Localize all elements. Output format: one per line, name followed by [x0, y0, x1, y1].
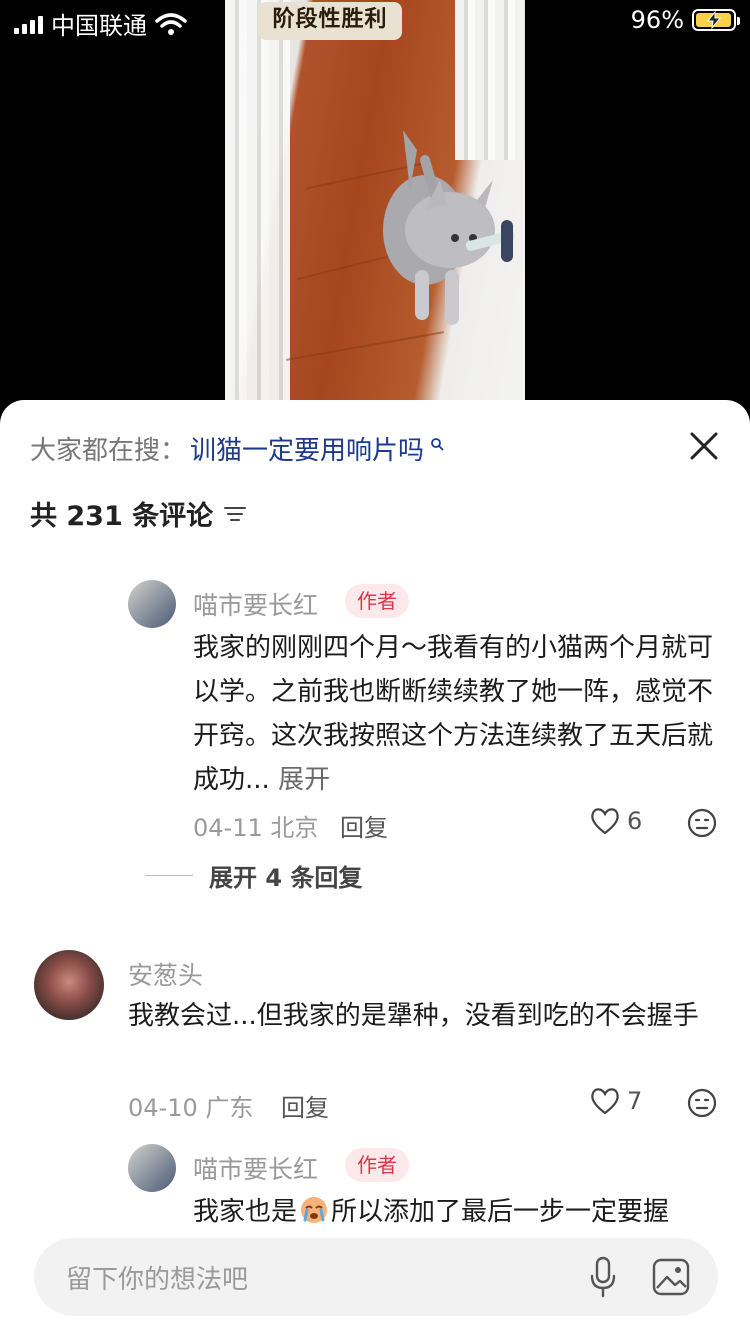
comment-count-row: 共 231 条评论 [30, 494, 247, 533]
avatar[interactable] [34, 950, 104, 1020]
divider-line [145, 875, 193, 876]
like-button[interactable]: 7 [589, 1086, 642, 1116]
heart-icon [591, 808, 619, 835]
trending-search-term[interactable]: 训猫一定要用响片吗 [190, 430, 424, 467]
carrier-name: 中国联通 [51, 12, 147, 40]
cat-image [383, 130, 515, 325]
charging-bolt-icon [706, 11, 722, 29]
microphone-icon[interactable] [588, 1256, 618, 1298]
battery-percent: 96% [630, 6, 684, 34]
avatar[interactable] [128, 580, 176, 628]
comment-input[interactable]: 留下你的想法吧 [34, 1238, 718, 1316]
video-overlay-title: 阶段性胜利 [258, 2, 402, 40]
dislike-face-icon[interactable] [686, 807, 718, 839]
crying-emoji-icon [301, 1197, 328, 1223]
close-icon[interactable] [684, 426, 724, 466]
like-count: 6 [627, 807, 643, 835]
comment-text: 我教会过...但我家的是犟种，没看到吃的不会握手 [128, 1001, 699, 1031]
author-badge: 作者 [345, 584, 409, 618]
like-button[interactable]: 6 [589, 806, 642, 836]
comment-body-start: 我家也是 [193, 1197, 298, 1227]
trending-search-label: 大家都在搜： [30, 436, 187, 466]
wifi-icon [155, 12, 187, 35]
avatar[interactable] [128, 1144, 176, 1192]
sort-filter-icon[interactable] [223, 504, 247, 524]
signal-icon [14, 14, 43, 34]
battery-group: 96% [630, 6, 740, 34]
comment-count: 共 231 条评论 [30, 501, 214, 532]
comment-date-location: 04-10 广东 [128, 1094, 254, 1122]
carrier-group: 中国联通 [14, 6, 187, 41]
expand-replies[interactable]: 展开 4 条回复 [145, 858, 362, 893]
image-icon[interactable] [652, 1258, 690, 1296]
comment-body-end: 所以添加了最后一步一定要握 [331, 1197, 670, 1227]
video-player[interactable] [225, 0, 525, 400]
curtain-left [225, 0, 290, 400]
search-icon [431, 437, 444, 450]
comment-username[interactable]: 喵市要长红 [193, 586, 318, 622]
comment-sheet: 大家都在搜： 训猫一定要用响片吗 共 231 条评论 喵市要长红 作者 我家的刚… [0, 400, 750, 1334]
expand-replies-label[interactable]: 展开 4 条回复 [209, 858, 362, 893]
comment-body: 我家的刚刚四个月～我看有的小猫两个月就可以学。之前我也断断续续教了她一阵，感觉不… [193, 633, 714, 795]
dislike-face-icon[interactable] [686, 1087, 718, 1119]
like-count: 7 [627, 1087, 643, 1115]
trending-search[interactable]: 大家都在搜： 训猫一定要用响片吗 [30, 430, 444, 467]
reply-button[interactable]: 回复 [340, 808, 388, 843]
battery-icon [692, 9, 740, 31]
comment-input-placeholder: 留下你的想法吧 [66, 1265, 249, 1295]
comment-username[interactable]: 喵市要长红 [193, 1150, 318, 1186]
comment-date-location: 04-11 北京 [193, 814, 319, 842]
expand-text-link[interactable]: 展开 [278, 765, 330, 795]
comment-text: 我家的刚刚四个月～我看有的小猫两个月就可以学。之前我也断断续续教了她一阵，感觉不… [193, 626, 713, 802]
reply-button[interactable]: 回复 [281, 1088, 329, 1123]
heart-icon [591, 1088, 619, 1115]
author-badge: 作者 [345, 1148, 409, 1182]
comment-text: 我家也是 所以添加了最后一步一定要握 [193, 1190, 723, 1234]
comment-username[interactable]: 安葱头 [128, 956, 203, 992]
